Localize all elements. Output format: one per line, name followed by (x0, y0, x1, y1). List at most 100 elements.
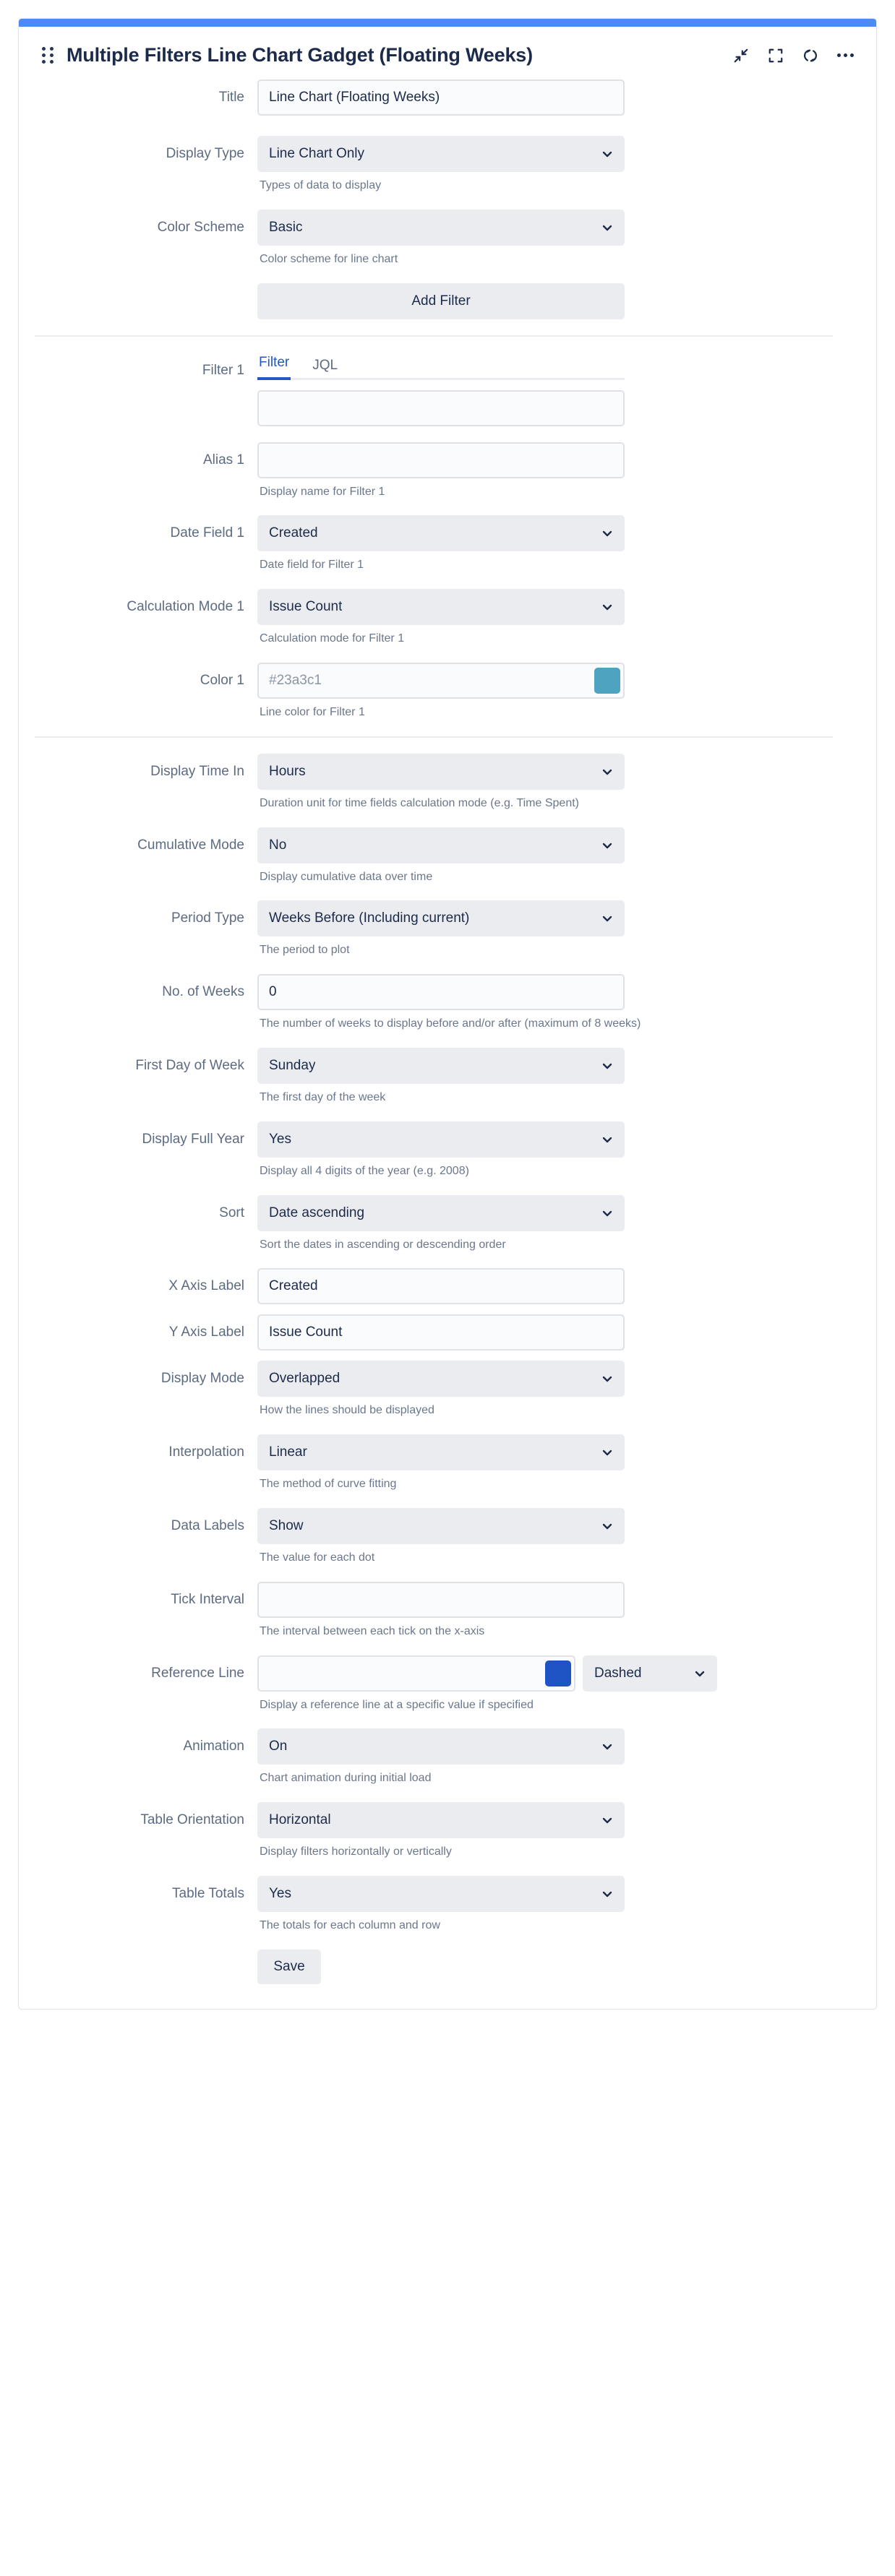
calculation-mode-1-help: Calculation mode for Filter 1 (257, 625, 855, 647)
display-mode-value: Overlapped (269, 1371, 340, 1387)
y-axis-label-input[interactable]: Issue Count (257, 1314, 625, 1351)
chevron-down-icon (694, 1668, 706, 1679)
chevron-down-icon (601, 222, 613, 233)
cumulative-mode-help: Display cumulative data over time (257, 863, 855, 885)
interpolation-label: Interpolation (19, 1434, 257, 1461)
chevron-down-icon (601, 1060, 613, 1072)
cumulative-mode-label: Cumulative Mode (19, 827, 257, 854)
table-totals-select[interactable]: Yes (257, 1876, 625, 1912)
more-options-icon[interactable] (836, 46, 855, 65)
first-day-of-week-select[interactable]: Sunday (257, 1048, 625, 1084)
field-row-add-filter: Add Filter (19, 283, 855, 319)
display-mode-label: Display Mode (19, 1361, 257, 1387)
color-1-input[interactable]: #23a3c1 (257, 663, 625, 699)
field-row-table-orientation: Table Orientation Horizontal Display fil… (19, 1802, 855, 1860)
interpolation-select[interactable]: Linear (257, 1434, 625, 1470)
animation-label: Animation (19, 1728, 257, 1755)
field-row-filter-1: Filter 1 Filter JQL (19, 353, 855, 426)
chevron-down-icon (601, 1520, 613, 1532)
chevron-down-icon (601, 148, 613, 160)
chevron-down-icon (601, 1447, 613, 1458)
filter-1-label: Filter 1 (19, 353, 257, 379)
field-row-sort: Sort Date ascending Sort the dates in as… (19, 1195, 855, 1253)
period-type-select[interactable]: Weeks Before (Including current) (257, 900, 625, 936)
period-type-label: Period Type (19, 900, 257, 927)
calculation-mode-1-label: Calculation Mode 1 (19, 589, 257, 616)
refresh-icon[interactable] (801, 46, 820, 65)
field-row-display-full-year: Display Full Year Yes Display all 4 digi… (19, 1121, 855, 1179)
chevron-down-icon (601, 1207, 613, 1219)
date-field-1-help: Date field for Filter 1 (257, 551, 855, 573)
alias-1-label: Alias 1 (19, 442, 257, 469)
chevron-down-icon (601, 601, 613, 613)
interpolation-value: Linear (269, 1444, 307, 1460)
no-of-weeks-input[interactable]: 0 (257, 974, 625, 1010)
table-totals-label: Table Totals (19, 1876, 257, 1903)
data-labels-select[interactable]: Show (257, 1508, 625, 1544)
maximize-icon[interactable] (766, 46, 785, 65)
sort-select[interactable]: Date ascending (257, 1195, 625, 1231)
add-filter-spacer (19, 283, 257, 310)
sort-value: Date ascending (269, 1205, 364, 1221)
display-time-in-select[interactable]: Hours (257, 754, 625, 790)
display-full-year-value: Yes (269, 1132, 291, 1147)
table-totals-help: The totals for each column and row (257, 1912, 855, 1934)
cumulative-mode-value: No (269, 837, 286, 853)
color-scheme-label: Color Scheme (19, 210, 257, 236)
date-field-1-value: Created (269, 525, 318, 541)
drag-handle-icon[interactable] (42, 47, 53, 64)
period-type-help: The period to plot (257, 936, 855, 958)
table-orientation-select[interactable]: Horizontal (257, 1802, 625, 1838)
field-row-display-time-in: Display Time In Hours Duration unit for … (19, 754, 855, 811)
color-scheme-select[interactable]: Basic (257, 210, 625, 246)
reference-line-style-select[interactable]: Dashed (583, 1655, 717, 1692)
sort-label: Sort (19, 1195, 257, 1222)
field-row-animation: Animation On Chart animation during init… (19, 1728, 855, 1786)
no-of-weeks-label: No. of Weeks (19, 974, 257, 1001)
no-of-weeks-help: The number of weeks to display before an… (257, 1010, 855, 1032)
tab-jql[interactable]: JQL (311, 358, 339, 380)
chevron-down-icon (601, 1814, 613, 1826)
animation-help: Chart animation during initial load (257, 1765, 855, 1786)
display-type-value: Line Chart Only (269, 146, 364, 162)
add-filter-button[interactable]: Add Filter (257, 283, 625, 319)
table-totals-value: Yes (269, 1886, 291, 1902)
calculation-mode-1-value: Issue Count (269, 599, 342, 615)
first-day-of-week-help: The first day of the week (257, 1084, 855, 1106)
title-input[interactable]: Line Chart (Floating Weeks) (257, 79, 625, 116)
reference-line-style-value: Dashed (594, 1666, 642, 1681)
color-scheme-help: Color scheme for line chart (257, 246, 855, 267)
calculation-mode-1-select[interactable]: Issue Count (257, 589, 625, 625)
cumulative-mode-select[interactable]: No (257, 827, 625, 863)
table-orientation-help: Display filters horizontally or vertical… (257, 1838, 855, 1860)
date-field-1-label: Date Field 1 (19, 515, 257, 542)
display-full-year-label: Display Full Year (19, 1121, 257, 1148)
display-type-select[interactable]: Line Chart Only (257, 136, 625, 172)
gadget-config-form: Title Line Chart (Floating Weeks) Displa… (19, 79, 876, 2009)
data-labels-label: Data Labels (19, 1508, 257, 1535)
field-row-first-day-of-week: First Day of Week Sunday The first day o… (19, 1048, 855, 1106)
field-row-x-axis-label: X Axis Label Created (19, 1268, 855, 1304)
display-full-year-select[interactable]: Yes (257, 1121, 625, 1158)
tick-interval-input[interactable] (257, 1582, 625, 1618)
save-button[interactable]: Save (257, 1950, 321, 1984)
filter-1-input[interactable] (257, 390, 625, 426)
tab-filter[interactable]: Filter (257, 355, 291, 380)
date-field-1-select[interactable]: Created (257, 515, 625, 551)
field-row-color-1: Color 1 #23a3c1 Line color for Filter 1 (19, 663, 855, 720)
alias-1-input[interactable] (257, 442, 625, 478)
reference-line-swatch[interactable] (545, 1660, 571, 1687)
title-label: Title (19, 79, 257, 106)
gadget-card: Multiple Filters Line Chart Gadget (Floa… (18, 18, 877, 2009)
reference-line-input[interactable] (257, 1655, 575, 1692)
display-mode-select[interactable]: Overlapped (257, 1361, 625, 1397)
collapse-icon[interactable] (732, 46, 750, 65)
field-row-y-axis-label: Y Axis Label Issue Count (19, 1314, 855, 1351)
alias-1-help: Display name for Filter 1 (257, 478, 855, 500)
x-axis-label-input[interactable]: Created (257, 1268, 625, 1304)
data-labels-value: Show (269, 1518, 304, 1534)
color-1-swatch[interactable] (594, 668, 620, 694)
section-divider (35, 736, 833, 738)
animation-select[interactable]: On (257, 1728, 625, 1765)
period-type-value: Weeks Before (Including current) (269, 910, 469, 926)
